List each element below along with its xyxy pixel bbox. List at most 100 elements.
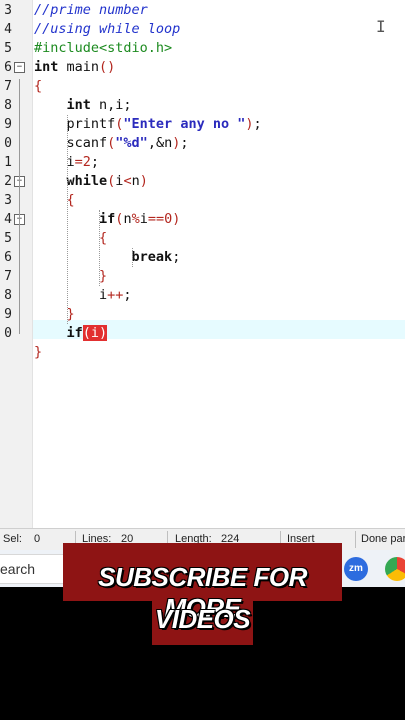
code-token: while [66,173,108,189]
code-line[interactable]: if(n%i==0) [34,210,180,229]
line-number: 4 [4,212,12,227]
code-line[interactable]: while(i<n) [34,172,148,191]
code-token: ; [123,287,132,303]
code-token: i [34,287,108,303]
code-token: { [34,78,43,94]
code-token: i [34,154,75,170]
code-editor[interactable]: 345678901234567890−−− //prime number//us… [0,0,405,528]
code-token: = [74,154,83,170]
code-token: ) [172,211,181,227]
code-token: % [131,211,140,227]
code-line[interactable]: //using while loop [34,20,180,39]
code-line[interactable]: { [34,229,107,248]
code-token: n,i; [90,97,132,113]
code-token: () [99,59,116,75]
line-number: 2 [4,174,12,189]
text-cursor-icon: I [376,17,386,36]
code-token: < [123,173,132,189]
code-token: break [131,249,173,265]
code-token: 2 [82,154,91,170]
line-number: 9 [4,117,12,132]
code-token: == [147,211,165,227]
line-number: 4 [4,22,12,37]
indent-guide [99,210,101,286]
code-token: "Enter any no " [123,116,246,132]
code-line[interactable]: } [34,305,75,324]
code-line[interactable]: int main() [34,58,115,77]
code-token: #include<stdio.h> [34,40,173,56]
code-token: ; [253,116,262,132]
code-token: n [123,211,132,227]
code-token: if [66,325,83,341]
fold-toggle-icon[interactable]: − [14,62,25,73]
code-line[interactable]: scanf("%d",&n); [34,134,189,153]
line-number: 7 [4,79,12,94]
code-line[interactable]: { [34,191,75,210]
subscribe-banner: SUBSCRIBE FOR MORE VIDEOS [63,543,342,645]
line-number: 1 [4,155,12,170]
code-line[interactable]: int n,i; [34,96,132,115]
line-number: 5 [4,41,12,56]
code-token: } [34,344,43,360]
code-token: (i) [82,325,108,341]
code-line[interactable]: } [34,267,107,286]
indent-guide [66,115,68,324]
line-number: 0 [4,136,12,151]
line-number: 3 [4,193,12,208]
line-number: 6 [4,60,12,75]
line-number: 7 [4,269,12,284]
fold-line [19,231,20,277]
code-token: //prime number [34,2,148,18]
code-token: ) [139,173,148,189]
line-number: 6 [4,250,12,265]
code-line[interactable]: break; [34,248,181,267]
code-token: ++ [107,287,124,303]
code-line[interactable]: { [34,77,42,96]
code-token: int [66,97,91,113]
line-number: 8 [4,288,12,303]
status-divider [355,531,356,548]
code-token: } [66,306,75,322]
code-token: { [66,192,75,208]
code-token: { [99,230,108,246]
line-number: 8 [4,98,12,113]
code-line[interactable]: printf("Enter any no "); [34,115,262,134]
code-token: printf [34,116,116,132]
line-number-gutter: 345678901234567890−−− [0,0,33,528]
code-token: } [99,268,108,284]
sel-label: Sel: [3,533,22,545]
code-token: int [34,59,59,75]
line-number: 0 [4,326,12,341]
code-token: "%d" [115,135,148,151]
zoom-label: zm [349,563,363,574]
code-token: ,&n [147,135,173,151]
code-token: n [131,173,140,189]
code-token: if [99,211,116,227]
code-token: ; [180,135,189,151]
code-token: scanf [34,135,108,151]
code-line[interactable]: #include<stdio.h> [34,39,172,58]
code-token: main [58,59,100,75]
code-line[interactable]: if(i) [34,324,108,343]
code-line[interactable]: //prime number [34,1,148,20]
search-text: earch [0,561,36,577]
indent-guide [131,248,133,267]
chrome-icon[interactable] [385,557,405,581]
sel-value: 0 [34,533,41,545]
code-token: ; [172,249,181,265]
line-number: 5 [4,231,12,246]
parse-status: Done par [361,533,405,545]
code-token: i [139,211,148,227]
zoom-icon[interactable]: zm [344,557,368,581]
code-line[interactable]: i++; [34,286,132,305]
code-token: ; [90,154,100,170]
banner-line-2: VIDEOS [154,604,251,634]
code-line[interactable]: } [34,343,42,362]
line-number: 9 [4,307,12,322]
